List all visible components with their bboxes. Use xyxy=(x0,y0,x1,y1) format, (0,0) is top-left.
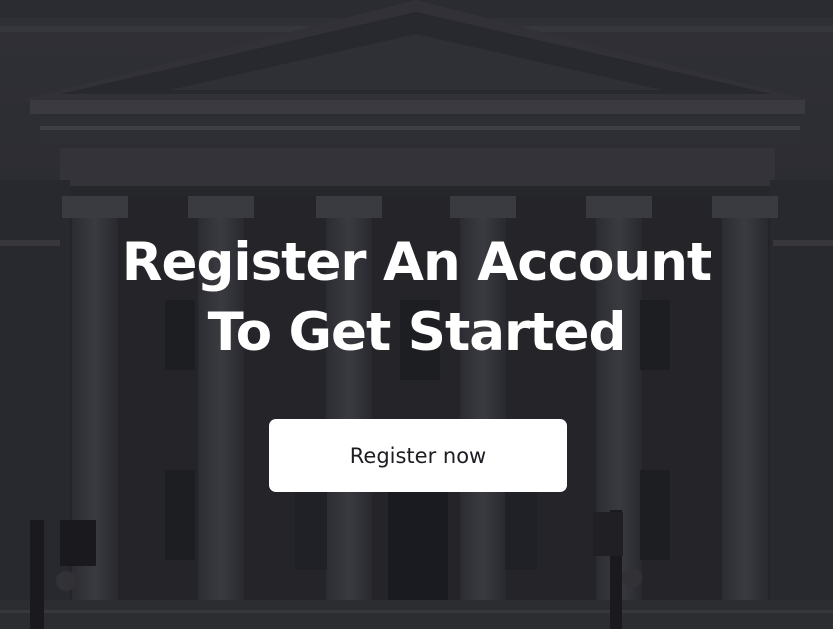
headline-line-1: Register An Account xyxy=(121,232,713,293)
hero-section: Register An Account To Get Started Regis… xyxy=(0,0,833,629)
hero-headline: Register An Account To Get Started xyxy=(0,228,833,368)
register-now-button[interactable]: Register now xyxy=(269,419,567,492)
headline-line-2: To Get Started xyxy=(207,302,627,363)
